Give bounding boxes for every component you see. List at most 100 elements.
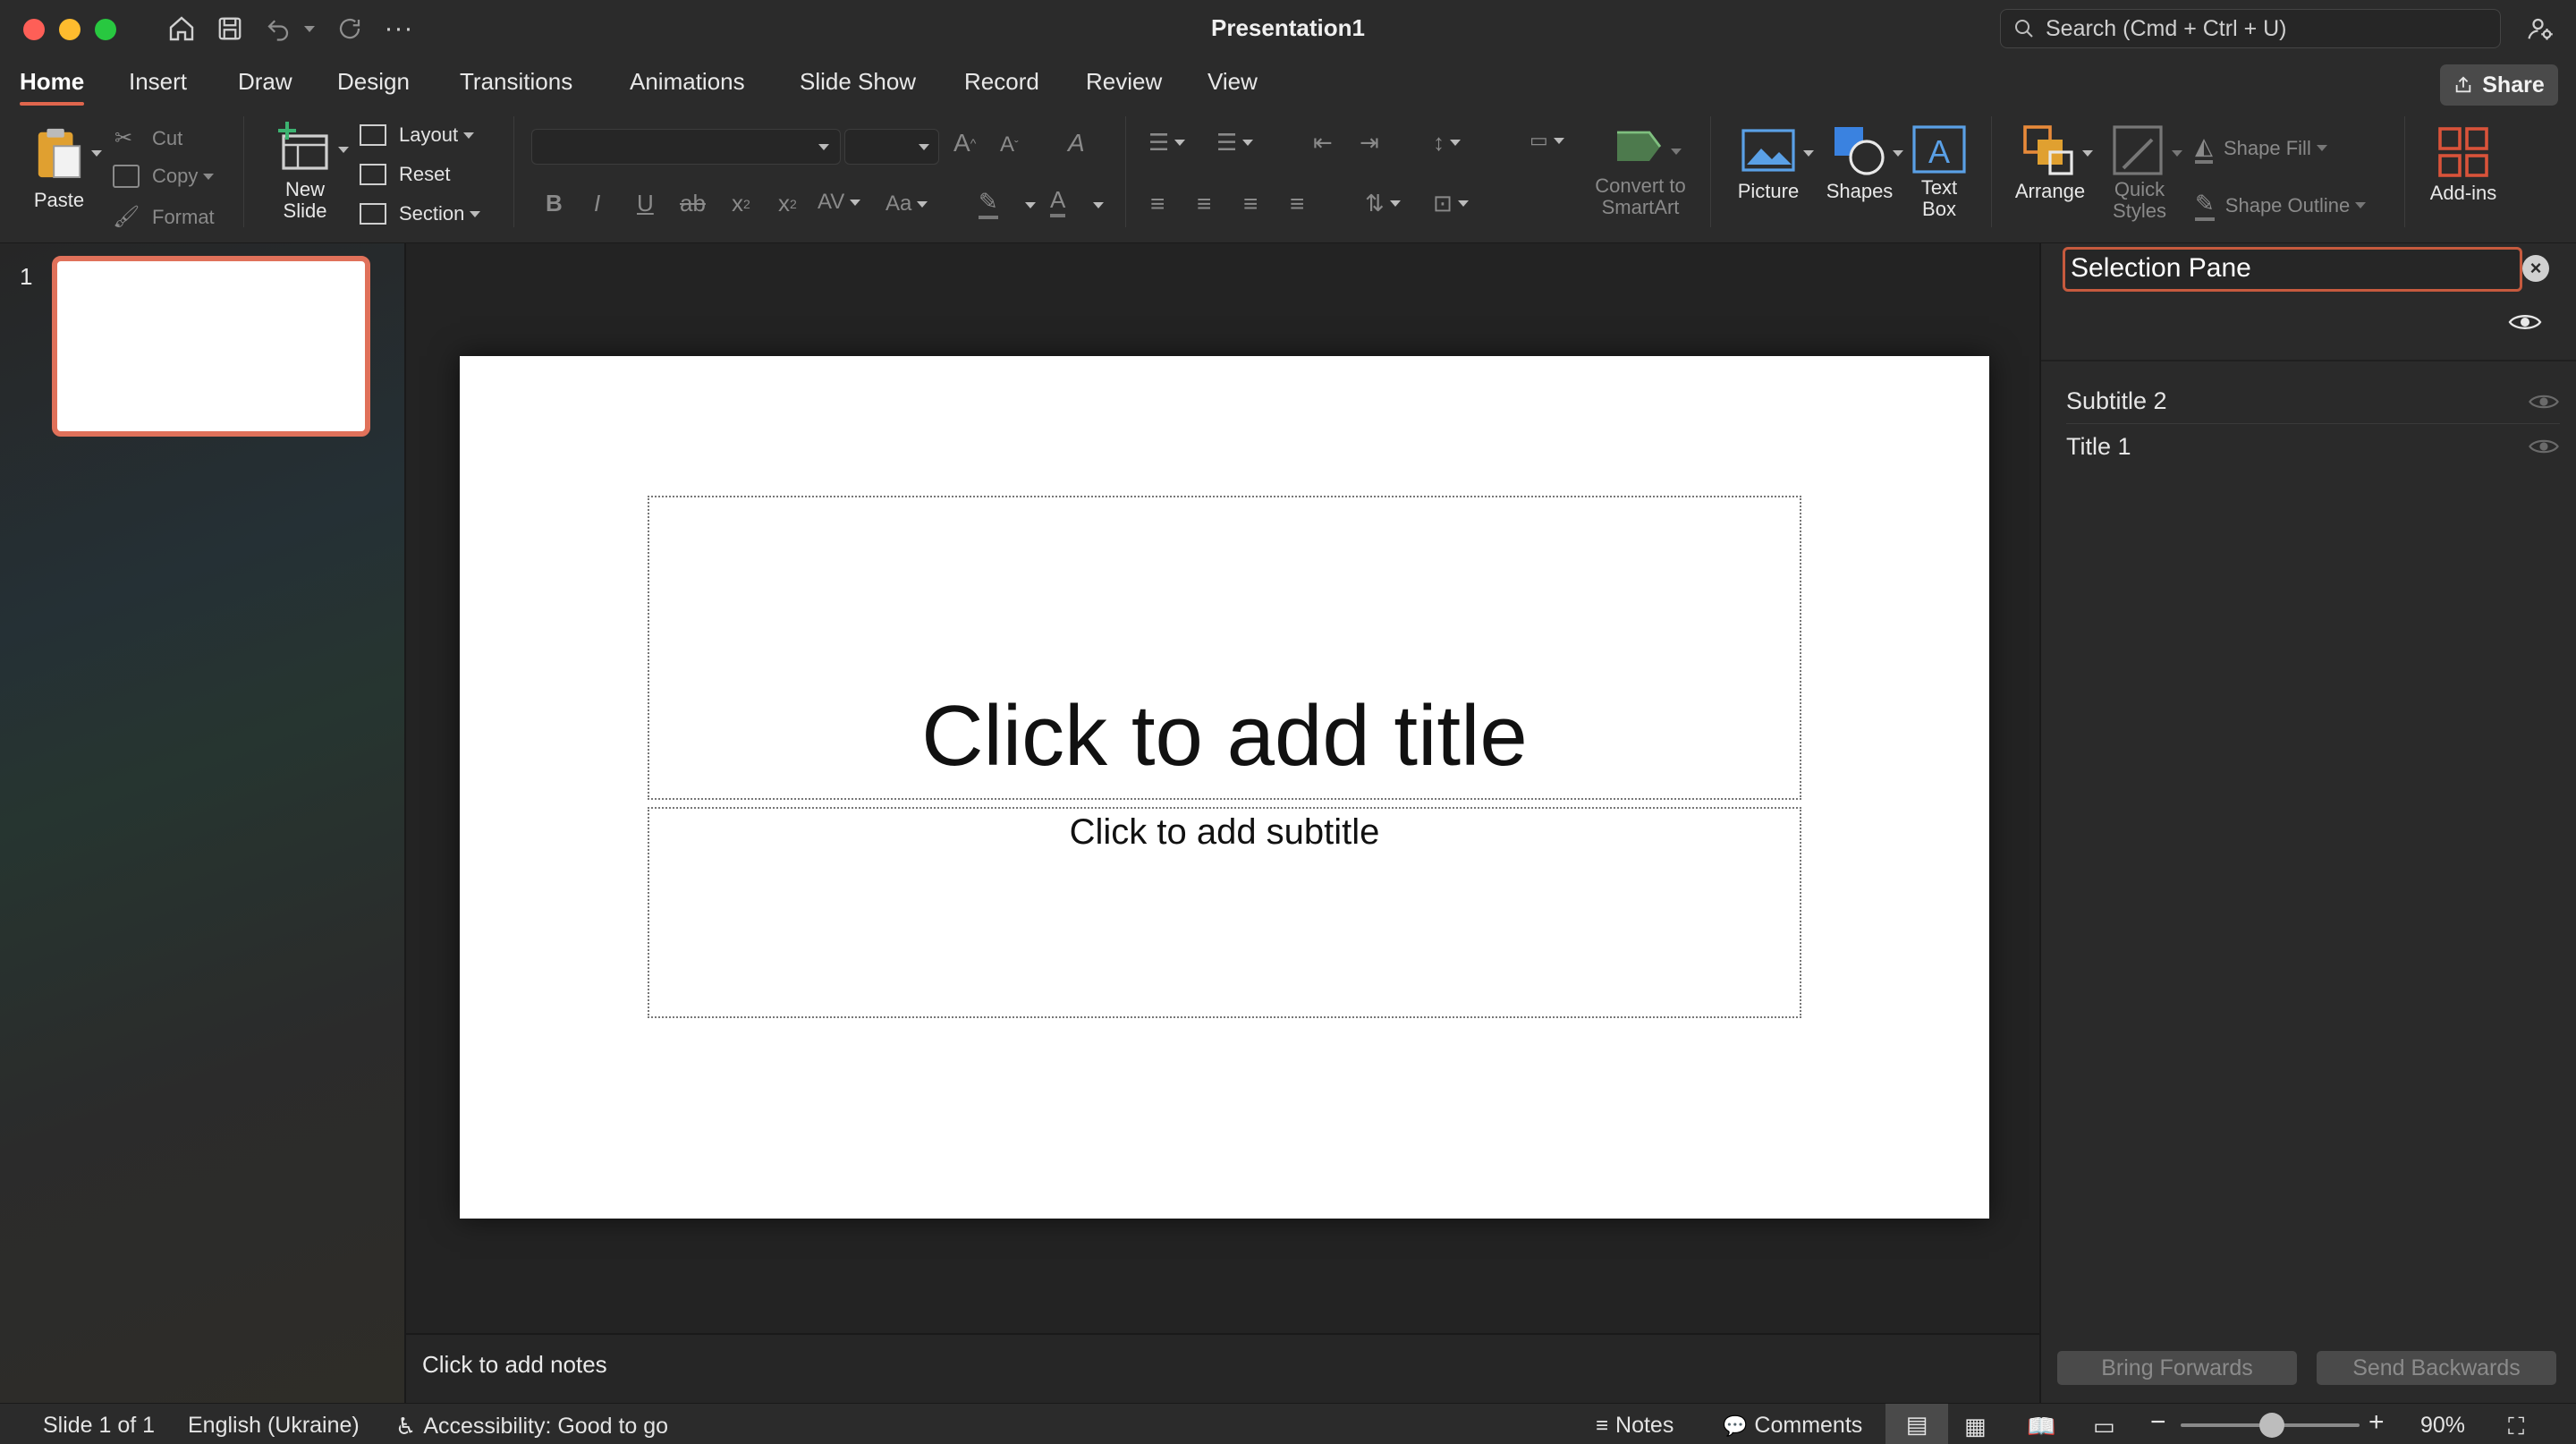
paste-dropdown-icon[interactable] [91, 150, 102, 157]
copy-button[interactable]: Copy [113, 165, 215, 188]
add-ins-button[interactable]: Add-ins [2420, 125, 2506, 204]
selection-item-title[interactable]: Title 1 [2066, 424, 2560, 469]
font-size-dropdown[interactable] [844, 129, 939, 165]
font-name-dropdown[interactable] [531, 129, 841, 165]
line-spacing-icon[interactable]: ↕ [1433, 129, 1461, 157]
slide-sorter-icon[interactable]: ▦ [1964, 1413, 1987, 1440]
smartart-dropdown-icon[interactable] [1671, 149, 1682, 155]
decrease-font-size-icon[interactable]: Aˇ [1000, 132, 1019, 157]
more-options-icon[interactable]: ··· [383, 13, 415, 45]
superscript-icon[interactable]: x2 [732, 190, 750, 217]
slideshow-view-icon[interactable]: ▭ [2093, 1413, 2115, 1440]
save-icon[interactable] [213, 13, 247, 45]
character-spacing-icon[interactable]: AV [818, 190, 861, 215]
increase-font-size-icon[interactable]: A ^ [953, 129, 976, 157]
title-placeholder[interactable]: Click to add title [648, 496, 1801, 800]
tab-review[interactable]: Review [1086, 68, 1162, 102]
new-slide-dropdown-icon[interactable] [338, 147, 349, 153]
zoom-window-button[interactable] [95, 19, 116, 40]
close-pane-icon[interactable]: × [2522, 255, 2549, 282]
tab-design[interactable]: Design [337, 68, 410, 102]
align-text-icon[interactable]: ⊡ [1433, 190, 1469, 217]
zoom-out-icon[interactable]: − [2150, 1407, 2166, 1438]
underline-icon[interactable]: U [637, 190, 654, 217]
bring-forwards-button[interactable]: Bring Forwards [2057, 1351, 2297, 1385]
tab-view[interactable]: View [1208, 68, 1258, 102]
zoom-slider-thumb[interactable] [2259, 1413, 2284, 1438]
subscript-icon[interactable]: x2 [778, 190, 797, 217]
shape-fill-button[interactable]: ◭ Shape Fill [2195, 132, 2327, 164]
italic-icon[interactable]: I [594, 190, 600, 217]
subtitle-placeholder[interactable]: Click to add subtitle [648, 807, 1801, 1018]
undo-icon[interactable] [261, 13, 295, 45]
comments-toggle[interactable]: 💬 Comments [1723, 1413, 1862, 1439]
decrease-indent-icon[interactable]: ⇤ [1313, 129, 1333, 157]
accessibility-checker[interactable]: ♿ Accessibility: Good to go [395, 1413, 668, 1440]
send-backwards-button[interactable]: Send Backwards [2317, 1351, 2556, 1385]
show-all-eye-icon[interactable] [2508, 311, 2542, 337]
columns-icon[interactable]: ▭ [1530, 129, 1564, 152]
visibility-eye-icon[interactable] [2528, 437, 2560, 456]
text-direction-icon[interactable]: ⇅ [1365, 190, 1401, 217]
notes-toggle[interactable]: ≡ Notes [1596, 1413, 1674, 1439]
clear-formatting-icon[interactable]: A [1068, 129, 1085, 157]
slide-canvas[interactable]: Click to add title Click to add subtitle [460, 356, 1989, 1219]
highlight-dropdown-icon[interactable] [1025, 202, 1036, 208]
visibility-eye-icon[interactable] [2528, 392, 2560, 412]
tab-draw[interactable]: Draw [238, 68, 292, 102]
account-icon[interactable] [2522, 13, 2558, 45]
align-left-icon[interactable]: ≡ [1150, 190, 1165, 218]
arrange-dropdown-icon[interactable] [2082, 150, 2093, 157]
fit-to-window-icon[interactable]: ⛶ [2508, 1413, 2524, 1441]
paste-button[interactable]: Paste [23, 125, 95, 211]
align-center-icon[interactable]: ≡ [1197, 190, 1211, 218]
section-button[interactable]: Section [360, 202, 481, 225]
shapes-dropdown-icon[interactable] [1893, 150, 1903, 157]
redo-icon[interactable] [333, 13, 367, 45]
selection-item-subtitle[interactable]: Subtitle 2 [2066, 379, 2560, 424]
share-button[interactable]: Share [2440, 64, 2558, 106]
align-right-icon[interactable]: ≡ [1243, 190, 1258, 218]
font-color-icon[interactable]: A [1050, 186, 1066, 217]
new-slide-button[interactable]: New Slide [265, 122, 345, 222]
slide-thumbnail[interactable] [52, 256, 370, 437]
arrange-button[interactable]: Arrange [2009, 125, 2091, 202]
justify-icon[interactable]: ≡ [1290, 190, 1304, 218]
selection-pane-title[interactable]: Selection Pane [2063, 247, 2522, 292]
normal-view-icon[interactable]: ▤ [1885, 1404, 1948, 1444]
zoom-in-icon[interactable]: + [2368, 1407, 2385, 1438]
format-painter-button[interactable]: 🖌 Format [113, 204, 215, 230]
zoom-slider[interactable] [2181, 1413, 2360, 1438]
tab-slide-show[interactable]: Slide Show [800, 68, 916, 102]
change-case-icon[interactable]: Aa [886, 191, 928, 217]
tab-record[interactable]: Record [964, 68, 1039, 102]
minimize-window-button[interactable] [59, 19, 80, 40]
quick-styles-dropdown-icon[interactable] [2172, 150, 2182, 157]
highlight-color-icon[interactable]: ✎ [979, 188, 998, 219]
strikethrough-icon[interactable]: ab [680, 190, 706, 217]
cut-button[interactable]: ✂ Cut [114, 125, 182, 151]
layout-button[interactable]: Layout [360, 123, 475, 147]
language-indicator[interactable]: English (Ukraine) [188, 1413, 360, 1439]
shape-outline-button[interactable]: ✎ Shape Outline [2195, 190, 2367, 221]
picture-dropdown-icon[interactable] [1803, 150, 1814, 157]
shapes-button[interactable]: Shapes [1821, 125, 1898, 202]
tab-animations[interactable]: Animations [630, 68, 745, 102]
quick-styles-button[interactable]: Quick Styles [2102, 125, 2177, 222]
search-input[interactable]: Search (Cmd + Ctrl + U) [2000, 9, 2501, 48]
bold-icon[interactable]: B [546, 190, 563, 217]
tab-insert[interactable]: Insert [129, 68, 187, 102]
picture-button[interactable]: Picture [1730, 129, 1807, 202]
zoom-level[interactable]: 90% [2420, 1413, 2465, 1439]
text-box-button[interactable]: A Text Box [1911, 125, 1968, 220]
home-icon[interactable] [165, 13, 199, 45]
bullets-icon[interactable]: ☰ [1148, 129, 1186, 157]
undo-dropdown-icon[interactable] [302, 13, 317, 45]
reading-view-icon[interactable]: 📖 [2027, 1413, 2055, 1440]
font-color-dropdown-icon[interactable] [1093, 202, 1104, 208]
increase-indent-icon[interactable]: ⇥ [1360, 129, 1379, 157]
reset-button[interactable]: Reset [360, 163, 450, 186]
tab-transitions[interactable]: Transitions [460, 68, 572, 102]
tab-home[interactable]: Home [20, 68, 85, 106]
notes-pane[interactable]: Click to add notes [406, 1333, 2039, 1403]
